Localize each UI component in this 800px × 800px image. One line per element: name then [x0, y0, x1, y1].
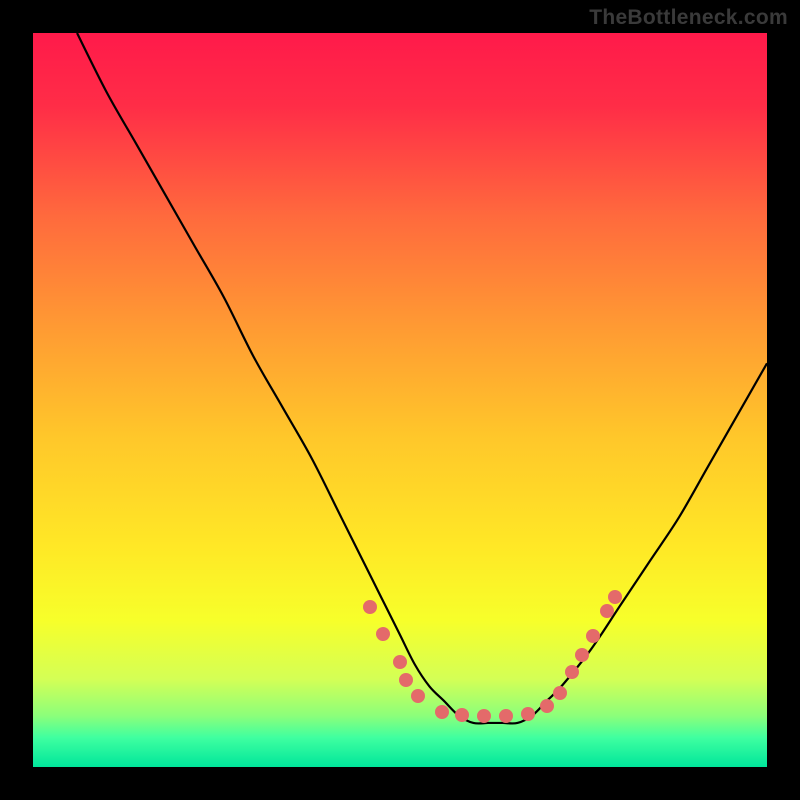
sweet-spot-dot	[435, 705, 449, 719]
bottleneck-chart	[0, 0, 800, 800]
chart-stage: TheBottleneck.com	[0, 0, 800, 800]
sweet-spot-dot	[363, 600, 377, 614]
sweet-spot-dot	[565, 665, 579, 679]
sweet-spot-dot	[553, 686, 567, 700]
sweet-spot-dot	[411, 689, 425, 703]
sweet-spot-dot	[499, 709, 513, 723]
sweet-spot-dot	[455, 708, 469, 722]
sweet-spot-dot	[376, 627, 390, 641]
sweet-spot-dot	[608, 590, 622, 604]
watermark-text: TheBottleneck.com	[589, 6, 788, 30]
sweet-spot-dot	[540, 699, 554, 713]
sweet-spot-dot	[393, 655, 407, 669]
sweet-spot-dot	[477, 709, 491, 723]
sweet-spot-dot	[521, 707, 535, 721]
sweet-spot-dot	[399, 673, 413, 687]
sweet-spot-dot	[575, 648, 589, 662]
sweet-spot-dot	[600, 604, 614, 618]
sweet-spot-dot	[586, 629, 600, 643]
